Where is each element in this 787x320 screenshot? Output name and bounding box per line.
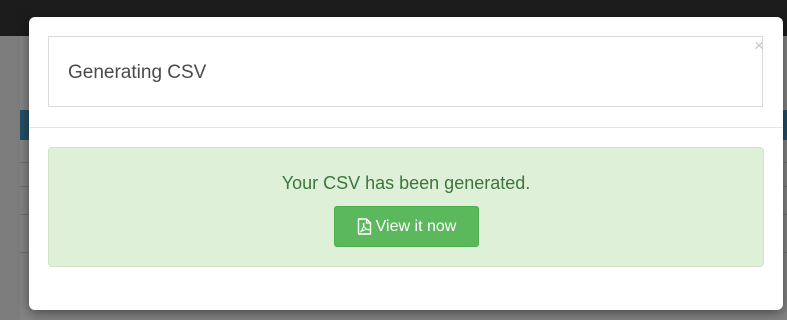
view-it-now-button[interactable]: View it now xyxy=(334,206,479,247)
close-button[interactable]: × xyxy=(754,37,764,54)
view-it-now-label: View it now xyxy=(375,217,457,235)
success-alert: Your CSV has been generated. View it now xyxy=(48,147,764,267)
modal-title-box: Generating CSV xyxy=(48,36,763,107)
alert-message: Your CSV has been generated. xyxy=(281,173,531,193)
pdf-file-icon xyxy=(357,218,372,235)
modal-header: Generating CSV × xyxy=(29,17,783,128)
modal-title: Generating CSV xyxy=(68,62,207,83)
csv-modal: Generating CSV × Your CSV has been gener… xyxy=(29,17,783,310)
